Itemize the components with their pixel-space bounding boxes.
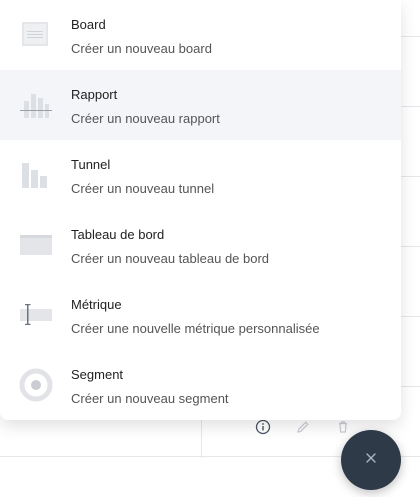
create-menu: Board Créer un nouveau board Rapport Cré…: [0, 0, 401, 420]
menu-item-title: Segment: [71, 367, 124, 382]
background-table-edge: [401, 0, 420, 420]
close-icon: [364, 451, 378, 470]
menu-item-description: Créer un nouveau board: [71, 41, 212, 56]
menu-item-segment[interactable]: Segment Créer un nouveau segment: [0, 350, 401, 420]
segment-icon: [18, 367, 54, 403]
menu-item-title: Tunnel: [71, 157, 111, 172]
background-column-divider: [201, 418, 202, 458]
menu-item-title: Board: [71, 17, 106, 32]
edit-icon[interactable]: [294, 418, 312, 436]
board-icon: [18, 17, 54, 53]
menu-item-title: Rapport: [71, 87, 118, 102]
row-actions: [254, 418, 352, 436]
menu-item-funnel[interactable]: Tunnel Créer un nouveau tunnel: [0, 140, 401, 210]
menu-item-description: Créer une nouvelle métrique personnalisé…: [71, 321, 320, 336]
menu-item-title: Tableau de bord: [71, 227, 165, 242]
menu-item-report[interactable]: Rapport Créer un nouveau rapport: [0, 70, 401, 140]
menu-item-description: Créer un nouveau tunnel: [71, 181, 215, 196]
menu-item-dashboard[interactable]: Tableau de bord Créer un nouveau tableau…: [0, 210, 401, 280]
menu-item-board[interactable]: Board Créer un nouveau board: [0, 0, 401, 70]
report-icon: [18, 87, 54, 123]
funnel-icon: [18, 157, 54, 193]
metric-icon: [18, 297, 54, 333]
menu-item-metric[interactable]: Métrique Créer une nouvelle métrique per…: [0, 280, 401, 350]
trash-icon[interactable]: [334, 418, 352, 436]
close-menu-button[interactable]: [341, 430, 401, 490]
menu-item-description: Créer un nouveau rapport: [71, 111, 220, 126]
menu-item-title: Métrique: [71, 297, 122, 312]
info-icon[interactable]: [254, 418, 272, 436]
dashboard-icon: [18, 227, 54, 263]
menu-item-description: Créer un nouveau tableau de bord: [71, 251, 270, 266]
menu-item-description: Créer un nouveau segment: [71, 391, 229, 406]
